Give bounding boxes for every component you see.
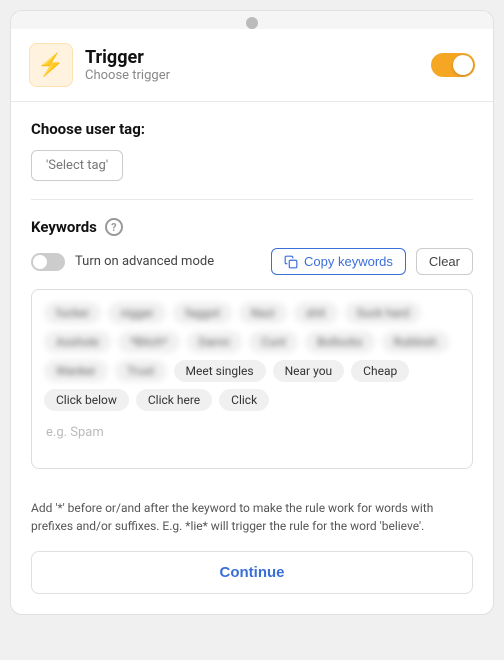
keyword-chip-click-here[interactable]: Click here xyxy=(136,389,212,411)
header-subtitle: Choose trigger xyxy=(85,68,170,83)
keyword-chip[interactable]: fucker xyxy=(44,302,101,324)
header-title: Trigger xyxy=(85,47,170,68)
keywords-controls: Turn on advanced mode Copy keywords Clea… xyxy=(31,248,473,275)
keywords-grid: fucker nigger faggot Nazi shit Suck hard… xyxy=(44,302,460,411)
keyword-chip[interactable]: faggot xyxy=(173,302,232,324)
advanced-mode-label: Turn on advanced mode xyxy=(75,254,261,269)
lightning-icon: ⚡ xyxy=(37,53,64,78)
keywords-section: Keywords ? Turn on advanced mode Copy ke… xyxy=(11,200,493,487)
keyword-chip[interactable]: Damn xyxy=(187,331,243,353)
keyword-chip[interactable]: Suck hard xyxy=(345,302,422,324)
top-connector xyxy=(11,11,493,29)
keyword-chip[interactable]: Wanker xyxy=(44,360,108,382)
continue-button[interactable]: Continue xyxy=(31,551,473,594)
keyword-input-placeholder[interactable]: e.g. Spam xyxy=(44,421,460,444)
keyword-chip[interactable]: nigger xyxy=(108,302,165,324)
keyword-chip[interactable]: shit xyxy=(294,302,338,324)
header-left: ⚡ Trigger Choose trigger xyxy=(29,43,170,87)
keyword-chip-click-below[interactable]: Click below xyxy=(44,389,129,411)
mini-toggle-knob xyxy=(33,255,47,269)
keywords-header: Keywords ? xyxy=(31,218,473,236)
trigger-icon-box: ⚡ xyxy=(29,43,73,87)
keyword-chip[interactable]: Asshole xyxy=(44,331,111,353)
copy-keywords-button[interactable]: Copy keywords xyxy=(271,248,406,275)
header: ⚡ Trigger Choose trigger xyxy=(11,29,493,102)
keyword-chip[interactable]: Cunt xyxy=(249,331,298,353)
keywords-box[interactable]: fucker nigger faggot Nazi shit Suck hard… xyxy=(31,289,473,469)
keyword-chip[interactable]: Rubbish xyxy=(382,331,449,353)
main-toggle[interactable] xyxy=(431,53,475,77)
copy-icon xyxy=(284,255,298,269)
keyword-chip-click[interactable]: Click xyxy=(219,389,269,411)
keyword-chip[interactable]: Bollocks xyxy=(305,331,375,353)
keyword-chip[interactable]: Trust xyxy=(115,360,167,382)
user-tag-label: Choose user tag: xyxy=(31,120,473,138)
connector-dot xyxy=(246,17,258,29)
help-icon[interactable]: ? xyxy=(105,218,123,236)
clear-button[interactable]: Clear xyxy=(416,248,473,275)
keyword-chip[interactable]: *Bitch* xyxy=(118,331,180,353)
user-tag-section: Choose user tag: 'Select tag' xyxy=(11,102,493,199)
select-tag-dropdown[interactable]: 'Select tag' xyxy=(31,150,123,181)
note-text: Add '*' before or/and after the keyword … xyxy=(11,487,493,539)
keyword-chip-cheap[interactable]: Cheap xyxy=(351,360,409,382)
main-card: ⚡ Trigger Choose trigger Choose user tag… xyxy=(10,10,494,615)
toggle-knob xyxy=(453,55,473,75)
header-text: Trigger Choose trigger xyxy=(85,47,170,83)
keyword-chip-meet-singles[interactable]: Meet singles xyxy=(174,360,266,382)
keywords-label: Keywords xyxy=(31,218,97,236)
keyword-chip-near-you[interactable]: Near you xyxy=(273,360,345,382)
keyword-chip[interactable]: Nazi xyxy=(239,302,287,324)
advanced-mode-toggle[interactable] xyxy=(31,253,65,271)
